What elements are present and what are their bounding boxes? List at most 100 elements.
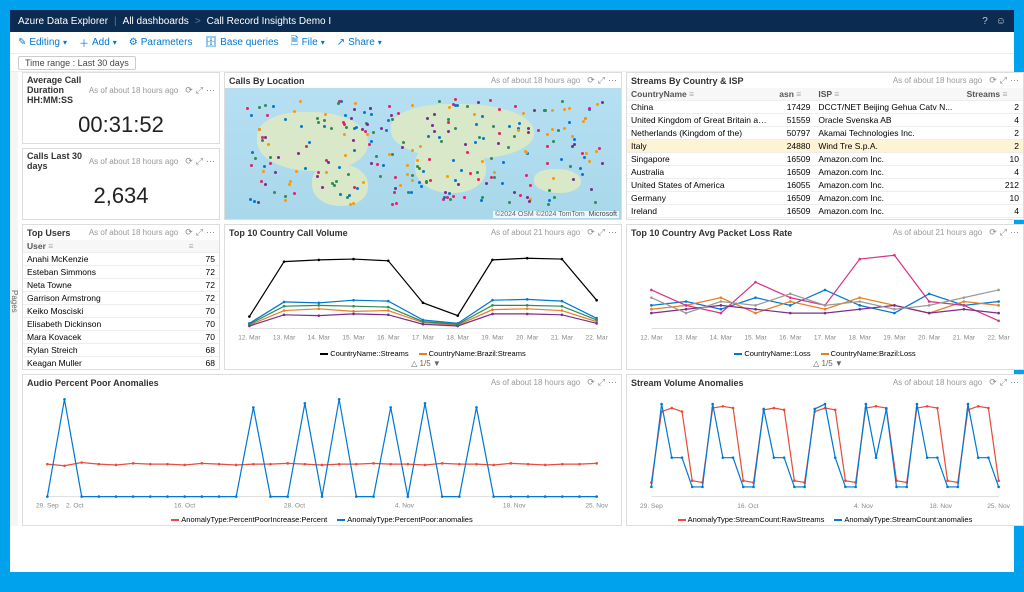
pages-sidebar-tab[interactable]: Pages xyxy=(10,72,18,526)
file-menu[interactable]: 🗎File▾ xyxy=(291,34,325,51)
tile-title: Average Call Duration HH:MM:SS xyxy=(27,75,89,105)
table-row[interactable]: United States of America16055Amazon.com … xyxy=(627,179,1023,192)
more-icon[interactable]: ⋯ xyxy=(1010,227,1019,238)
table-row[interactable]: Netherlands (Kingdom of the)50797Akamai … xyxy=(627,127,1023,140)
refresh-icon[interactable]: ⟳ xyxy=(989,377,997,388)
legend-item[interactable]: CountryName::Streams xyxy=(320,349,408,358)
refresh-icon[interactable]: ⟳ xyxy=(587,377,595,388)
svg-text:21. Mar: 21. Mar xyxy=(551,335,574,342)
time-range-chip[interactable]: Time range : Last 30 days xyxy=(18,56,136,70)
world-map[interactable]: ©2024 OSM ©2024 TomTom Microsoft xyxy=(225,88,621,219)
file-icon: 🗎 xyxy=(291,34,299,51)
table-row[interactable]: Russian Federation51570JSC ER-Telecom Ho… xyxy=(627,218,1023,220)
svg-text:19. Mar: 19. Mar xyxy=(883,335,906,342)
feedback-icon[interactable]: ☺ xyxy=(996,16,1006,27)
base-queries-button[interactable]: 🗄Base queries xyxy=(204,37,278,48)
expand-icon[interactable]: ⤢ xyxy=(598,75,605,86)
col-header[interactable]: ISP ≡ xyxy=(814,88,962,101)
table-row[interactable]: Anahi McKenzie75 xyxy=(23,253,219,266)
legend-item[interactable]: CountryName:Brazil:Streams xyxy=(419,349,526,358)
expand-icon[interactable]: ⤢ xyxy=(196,156,203,167)
users-table[interactable]: User ≡ ≡Anahi McKenzie75Esteban Simmons7… xyxy=(23,240,219,369)
refresh-icon[interactable]: ⟳ xyxy=(989,227,997,238)
svg-text:29. Sep: 29. Sep xyxy=(640,503,663,510)
more-icon[interactable]: ⋯ xyxy=(608,227,617,238)
more-icon[interactable]: ⋯ xyxy=(1010,377,1019,388)
table-row[interactable]: Keiko Mosciski70 xyxy=(23,305,219,318)
expand-icon[interactable]: ⤢ xyxy=(1000,75,1007,86)
table-row[interactable]: Singapore16509Amazon.com Inc.10 xyxy=(627,153,1023,166)
more-icon[interactable]: ⋯ xyxy=(206,227,215,238)
col-header[interactable]: CountryName ≡ xyxy=(627,88,775,101)
tile-top-users: Top Users As of about 18 hours ago ⟳ ⤢ ⋯… xyxy=(22,224,220,370)
svg-text:13. Mar: 13. Mar xyxy=(675,335,698,342)
isp-table[interactable]: CountryName ≡asn ≡ISP ≡Streams ≡China174… xyxy=(627,88,1023,219)
svg-text:25. Nov: 25. Nov xyxy=(585,503,608,510)
svg-text:18. Mar: 18. Mar xyxy=(447,335,470,342)
help-icon[interactable]: ? xyxy=(982,16,988,27)
svg-text:14. Mar: 14. Mar xyxy=(710,335,733,342)
refresh-icon[interactable]: ⟳ xyxy=(185,156,193,167)
table-row[interactable]: Rylan Streich68 xyxy=(23,344,219,357)
pencil-icon: ✎ xyxy=(18,37,26,48)
table-row[interactable]: United Kingdom of Great Britain and...51… xyxy=(627,114,1023,127)
svg-text:12. Mar: 12. Mar xyxy=(640,335,663,342)
more-icon[interactable]: ⋯ xyxy=(206,85,215,96)
editing-toggle[interactable]: ✎Editing▾ xyxy=(18,37,67,48)
add-menu[interactable]: ＋Add▾ xyxy=(79,35,117,50)
tile-avg-duration: Average Call Duration HH:MM:SS As of abo… xyxy=(22,72,220,144)
more-icon[interactable]: ⋯ xyxy=(608,377,617,388)
legend-item[interactable]: AnomalyType:StreamCount:anomalies xyxy=(834,515,972,524)
expand-icon[interactable]: ⤢ xyxy=(1000,227,1007,238)
chart-call-volume[interactable]: 12. Mar13. Mar14. Mar15. Mar16. Mar17. M… xyxy=(225,240,621,348)
legend-item[interactable]: AnomalyType:PercentPoorIncrease:Percent xyxy=(171,515,327,524)
breadcrumb-current[interactable]: Call Record Insights Demo I xyxy=(207,16,332,27)
more-icon[interactable]: ⋯ xyxy=(1010,75,1019,86)
more-icon[interactable]: ⋯ xyxy=(608,75,617,86)
table-row[interactable]: Keagan Muller68 xyxy=(23,357,219,370)
col-header[interactable]: User ≡ xyxy=(23,240,185,253)
expand-icon[interactable]: ⤢ xyxy=(1000,377,1007,388)
table-row[interactable]: Esteban Simmons72 xyxy=(23,266,219,279)
legend-item[interactable]: AnomalyType:PercentPoor:anomalies xyxy=(337,515,472,524)
refresh-icon[interactable]: ⟳ xyxy=(989,75,997,86)
table-row[interactable]: Australia16509Amazon.com Inc.4 xyxy=(627,166,1023,179)
svg-text:20. Mar: 20. Mar xyxy=(516,335,539,342)
table-row[interactable]: Mara Kovacek70 xyxy=(23,331,219,344)
legend-item[interactable]: CountryName:Brazil:Loss xyxy=(821,349,916,358)
legend-item[interactable]: CountryName::Loss xyxy=(734,349,810,358)
table-row[interactable]: China17429DCCT/NET Beijing Gehua Catv N.… xyxy=(627,101,1023,114)
expand-icon[interactable]: ⤢ xyxy=(598,377,605,388)
table-row[interactable]: Elisabeth Dickinson70 xyxy=(23,318,219,331)
table-row[interactable]: Ireland16509Amazon.com Inc.4 xyxy=(627,205,1023,218)
col-header[interactable]: ≡ xyxy=(185,240,219,253)
svg-text:25. Nov: 25. Nov xyxy=(987,503,1010,510)
svg-text:16. Mar: 16. Mar xyxy=(779,335,802,342)
table-row[interactable]: Garrison Armstrong72 xyxy=(23,292,219,305)
col-header[interactable]: asn ≡ xyxy=(775,88,814,101)
refresh-icon[interactable]: ⟳ xyxy=(587,75,595,86)
chart-packet-loss[interactable]: 12. Mar13. Mar14. Mar15. Mar16. Mar17. M… xyxy=(627,240,1023,348)
table-row[interactable]: Neta Towne72 xyxy=(23,279,219,292)
expand-icon[interactable]: ⤢ xyxy=(598,227,605,238)
refresh-icon[interactable]: ⟳ xyxy=(185,85,193,96)
refresh-icon[interactable]: ⟳ xyxy=(587,227,595,238)
svg-text:17. Mar: 17. Mar xyxy=(814,335,837,342)
chart-audio-anomalies[interactable]: 29. Sep2. Oct16. Oct28. Oct4. Nov18. Nov… xyxy=(23,390,621,514)
legend-item[interactable]: AnomalyType:StreamCount:RawStreams xyxy=(678,515,825,524)
svg-text:4. Nov: 4. Nov xyxy=(854,503,874,510)
svg-text:21. Mar: 21. Mar xyxy=(953,335,976,342)
svg-text:20. Mar: 20. Mar xyxy=(918,335,941,342)
table-row[interactable]: Germany16509Amazon.com Inc.10 xyxy=(627,192,1023,205)
col-header[interactable]: Streams ≡ xyxy=(963,88,1023,101)
more-icon[interactable]: ⋯ xyxy=(206,156,215,167)
expand-icon[interactable]: ⤢ xyxy=(196,85,203,96)
breadcrumb-root[interactable]: All dashboards xyxy=(123,16,189,27)
parameters-button[interactable]: ⚙Parameters xyxy=(129,37,193,48)
plus-icon: ＋ xyxy=(79,35,89,50)
share-menu[interactable]: ↗Share▾ xyxy=(337,37,382,48)
expand-icon[interactable]: ⤢ xyxy=(196,227,203,238)
table-row[interactable]: Italy24880Wind Tre S.p.A.2 xyxy=(627,140,1023,153)
refresh-icon[interactable]: ⟳ xyxy=(185,227,193,238)
chart-stream-anomalies[interactable]: 29. Sep16. Oct4. Nov18. Nov25. Nov xyxy=(627,390,1023,514)
